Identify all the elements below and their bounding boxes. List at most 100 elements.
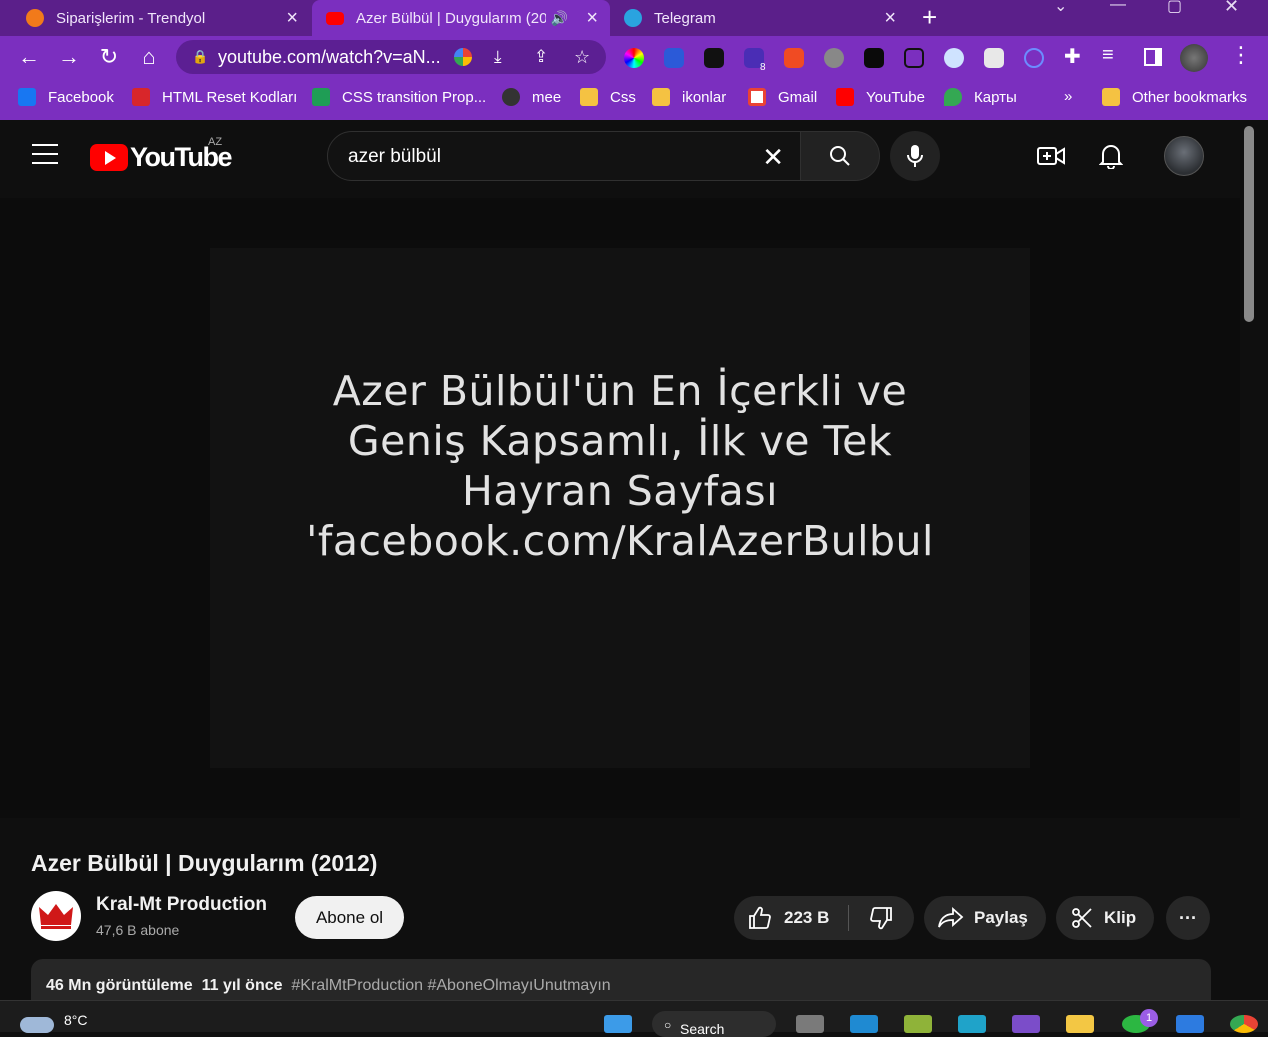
search-input[interactable]: azer bülbül [348,146,441,168]
upload-age: 11 yıl önce [201,977,283,994]
triangle-extension-icon[interactable] [824,48,844,68]
voice-search-button[interactable] [890,131,940,181]
bookmark-youtube[interactable]: YouTube [836,88,925,106]
hamburger-menu-icon[interactable] [32,144,58,164]
bookmark-maps[interactable]: Карты [944,88,1017,106]
search-icon [830,146,850,166]
app-icon[interactable] [904,1015,932,1033]
weather-cloud-icon[interactable] [20,1017,54,1033]
share-button[interactable]: Paylaş [924,896,1046,940]
lock-icon[interactable]: 🔒 [192,49,208,65]
install-app-icon[interactable]: ⤓ [494,47,502,67]
translate-extension-icon[interactable] [664,48,684,68]
clip-label: Klip [1104,908,1137,927]
side-panel-icon[interactable] [1144,48,1162,66]
taskbar-search-label: Search [680,1021,725,1037]
close-tab-icon[interactable]: × [286,7,298,30]
color-picker-extension-icon[interactable] [624,48,644,68]
square-extension-icon[interactable] [904,48,924,68]
folder-icon [1102,88,1120,106]
bookmark-folder-ikonlar[interactable]: ikonlar [652,88,726,106]
record-extension-icon[interactable] [784,48,804,68]
bookmark-star-icon[interactable]: ☆ [574,47,590,68]
bookmark-mee[interactable]: mee [502,88,561,106]
bookmark-label: Other bookmarks [1132,88,1248,106]
az-extension-icon[interactable] [944,48,964,68]
close-tab-icon[interactable]: × [884,7,896,30]
bookmark-folder-css[interactable]: Css [580,88,636,106]
address-bar[interactable]: 🔒 youtube.com/watch?v=aN... ⤓ ⇪ ☆ [176,40,606,74]
folder-icon [652,88,670,106]
edge-icon[interactable] [958,1015,986,1033]
profile-avatar[interactable] [1180,44,1208,72]
hashtags[interactable]: #KralMtProduction #AboneOlmayıUnutmayın [291,977,610,994]
share-icon[interactable]: ⇪ [534,47,548,67]
create-video-button[interactable] [1035,140,1067,172]
dislike-button[interactable] [849,896,913,940]
microphone-icon [907,145,923,167]
heart-extension-icon[interactable] [1024,48,1044,68]
start-menu-icon[interactable] [604,1015,632,1033]
notifications-button[interactable] [1095,140,1127,172]
taskbar-search[interactable]: ○ Search [652,1011,776,1037]
task-view-icon[interactable] [796,1015,824,1033]
close-tab-icon[interactable]: × [586,7,598,30]
visual-studio-icon[interactable] [1012,1015,1040,1033]
maximize-icon[interactable]: ▢ [1167,0,1182,16]
tab-title: Telegram [654,9,716,27]
browser-menu-icon[interactable]: ⋮ [1230,42,1252,68]
video-player[interactable]: Azer Bülbül'ün En İçerkli ve Geniş Kapsa… [0,198,1240,818]
account-avatar[interactable] [1164,136,1204,176]
youtube-play-icon [90,144,128,171]
subscriber-count: 47,6 B abone [96,922,180,938]
search-box[interactable]: azer bülbül ✕ [327,131,801,181]
tab-youtube-video[interactable]: Azer Bülbül | Duygularım (20 🔊 × [312,0,610,36]
extensions-puzzle-icon[interactable]: ✚ [1064,44,1081,69]
video-text-line: Azer Bülbül'ün En İçerkli ve [332,367,908,415]
tab-telegram[interactable]: Telegram × [612,0,908,36]
subscribe-button[interactable]: Abone ol [295,896,404,939]
file-explorer-icon[interactable] [1066,1015,1094,1033]
page-scrollbar[interactable] [1244,126,1254,322]
chrome-icon[interactable] [1230,1015,1258,1033]
cast-extension-icon[interactable] [984,48,1004,68]
url-text[interactable]: youtube.com/watch?v=aN... [218,47,441,68]
todo-icon[interactable] [1176,1015,1204,1033]
forward-icon[interactable]: → [56,44,82,70]
new-tab-button[interactable]: + [922,2,937,33]
close-window-icon[interactable]: ✕ [1224,0,1239,17]
media-control-icon[interactable]: ≡ [1102,44,1114,67]
like-button[interactable]: 223 B [734,896,848,940]
bookmark-css-transition[interactable]: CSS transition Prop... [312,88,486,106]
bookmarks-overflow-button[interactable]: » [1064,88,1072,105]
youtube-logo[interactable]: YouTube AZ [90,136,232,173]
vscode-icon[interactable] [850,1015,878,1033]
youtube-icon [836,88,854,106]
audio-playing-icon[interactable]: 🔊 [551,10,568,27]
more-actions-button[interactable]: ··· [1166,896,1210,940]
description-box[interactable]: 46 Mn görüntüleme 11 yıl önce #KralMtPro… [31,959,1211,1000]
bookmark-label: CSS transition Prop... [342,88,487,106]
google-lens-icon[interactable] [454,48,472,66]
tab-search-icon[interactable]: ⌄ [1054,0,1067,16]
tab-title: Azer Bülbül | Duygularım (20 [356,9,546,27]
glasses-extension-icon[interactable] [704,48,724,68]
tab-trendyol[interactable]: Siparişlerim - Trendyol × [0,0,310,36]
reload-icon[interactable]: ↻ [96,44,122,70]
clear-search-icon[interactable]: ✕ [762,142,784,173]
channel-name[interactable]: Kral-Mt Production [96,894,267,916]
bookmark-facebook[interactable]: Facebook [18,88,114,106]
telegram-favicon-icon [624,9,642,27]
minimize-icon[interactable]: — [1110,0,1126,14]
back-icon[interactable]: ← [16,44,42,70]
crown-icon [39,904,73,929]
bookmark-html-reset[interactable]: HTML Reset Kodları [132,88,297,106]
home-icon[interactable]: ⌂ [136,44,162,70]
thumbs-down-icon [870,907,892,930]
other-bookmarks[interactable]: Other bookmarks [1102,88,1247,106]
lock-extension-icon[interactable] [864,48,884,68]
search-button[interactable] [800,131,880,181]
bookmark-gmail[interactable]: Gmail [748,88,817,106]
clip-button[interactable]: Klip [1056,896,1154,940]
channel-avatar[interactable] [31,891,81,941]
